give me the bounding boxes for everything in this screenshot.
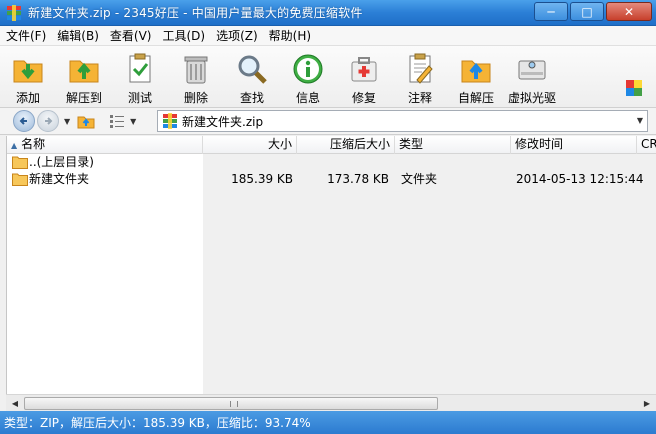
self-extract-icon [461,60,491,83]
status-text: 类型：ZIP，解压后大小：185.39 KB，压缩比：93.74% [4,416,311,430]
maximize-button[interactable]: □ [570,2,604,21]
column-size[interactable]: 大小 [203,136,297,154]
extract-to-button[interactable]: 解压到 [56,46,112,108]
delete-icon [184,56,208,84]
status-bar: 类型：ZIP，解压后大小：185.39 KB，压缩比：93.74% [0,411,656,434]
toolbar: 添加 解压到 测试 删除 查找 信息 修复 注释 自解压 虚拟光驱 [0,46,656,108]
folder-icon [12,156,28,169]
column-name[interactable]: ▲ 名称 [7,136,203,154]
row-name: 新建文件夹 [29,172,90,186]
scroll-right-icon[interactable]: ▶ [639,396,655,411]
find-button[interactable]: 查找 [224,46,280,108]
column-packed-size[interactable]: 压缩后大小 [297,136,395,154]
address-bar: ▼ ▼ 新建文件夹.zip ▼ [0,108,656,135]
zip-archive-icon [163,113,177,129]
address-field[interactable]: 新建文件夹.zip ▼ [157,110,648,132]
scroll-left-icon[interactable]: ◀ [7,396,23,411]
self-extract-label: 自解压 [457,91,494,105]
maximize-icon: □ [581,4,593,19]
virtual-drive-icon [518,60,546,80]
info-button[interactable]: 信息 [280,46,336,108]
virtual-drive-button[interactable]: 虚拟光驱 [504,46,560,108]
address-dropdown-icon[interactable]: ▼ [637,116,643,125]
row-name: ..(上层目录) [29,155,94,169]
repair-label: 修复 [351,91,376,105]
column-modified[interactable]: 修改时间 [511,136,637,154]
comment-icon [409,53,433,84]
skin-palette-icon[interactable] [626,80,642,96]
row-packed-size: 173.78 KB [327,172,389,186]
menu-help[interactable]: 帮助(H) [263,27,316,44]
history-dropdown-icon[interactable]: ▼ [64,117,70,126]
self-extract-button[interactable]: 自解压 [448,46,504,108]
repair-icon [351,57,377,82]
menu-bar: 文件(F) 编辑(B) 查看(V) 工具(D) 选项(Z) 帮助(H) [0,26,656,46]
extract-to-icon [69,60,99,83]
info-icon [293,54,323,84]
column-type[interactable]: 类型 [395,136,511,154]
list-item-folder[interactable]: 新建文件夹 185.39 KB 173.78 KB 文件夹 2014-05-13… [7,171,656,188]
row-size: 185.39 KB [231,172,293,186]
title-bar: 新建文件夹.zip - 2345好压 - 中国用户量最大的免费压缩软件 ─ □ … [0,0,656,26]
close-icon: ✕ [623,4,635,19]
menu-tools[interactable]: 工具(D) [156,27,210,44]
file-list: ▲名称 大小 压缩后大小 类型 修改时间 CRC ..(上层目录) 新建文件夹 … [6,136,656,394]
folder-icon [12,173,28,186]
delete-label: 删除 [183,91,208,105]
horizontal-scrollbar[interactable]: ◀ ▶ [6,394,656,411]
menu-edit[interactable]: 编辑(B) [51,27,104,44]
menu-file[interactable]: 文件(F) [0,27,51,44]
add-label: 添加 [15,91,40,105]
info-label: 信息 [295,91,320,105]
extract-to-label: 解压到 [65,91,102,105]
comment-label: 注释 [407,91,432,105]
list-item-parent-dir[interactable]: ..(上层目录) [7,154,656,171]
minimize-icon: ─ [547,4,555,19]
delete-button[interactable]: 删除 [168,46,224,108]
column-header: ▲名称 大小 压缩后大小 类型 修改时间 CRC [7,136,656,154]
list-empty-region [203,154,656,394]
view-mode-dropdown-icon[interactable]: ▼ [130,117,136,126]
forward-arrow-icon [45,117,53,125]
column-crc[interactable]: CRC [637,136,656,154]
up-folder-icon[interactable] [77,113,95,129]
find-icon [238,55,267,84]
test-label: 测试 [127,91,152,105]
comment-button[interactable]: 注释 [392,46,448,108]
forward-button[interactable] [37,110,59,132]
window-title: 新建文件夹.zip - 2345好压 - 中国用户量最大的免费压缩软件 [28,6,363,20]
add-icon [13,60,43,83]
address-path: 新建文件夹.zip [182,114,264,129]
add-button[interactable]: 添加 [0,46,56,108]
row-type: 文件夹 [401,172,438,186]
virtual-drive-label: 虚拟光驱 [507,91,556,105]
close-button[interactable]: ✕ [606,2,652,21]
grip-icon [230,401,238,407]
minimize-button[interactable]: ─ [534,2,568,21]
test-button[interactable]: 测试 [112,46,168,108]
repair-button[interactable]: 修复 [336,46,392,108]
menu-options[interactable]: 选项(Z) [210,27,263,44]
menu-view[interactable]: 查看(V) [104,27,157,44]
app-logo-icon [7,4,21,21]
scroll-thumb[interactable] [24,397,438,410]
row-modified: 2014-05-13 12:15:44 [516,172,644,186]
test-icon [129,53,151,83]
view-mode-icon[interactable] [109,114,125,128]
find-label: 查找 [239,91,264,105]
back-button[interactable] [13,110,35,132]
sort-ascending-icon: ▲ [11,141,18,150]
back-arrow-icon [19,117,27,125]
